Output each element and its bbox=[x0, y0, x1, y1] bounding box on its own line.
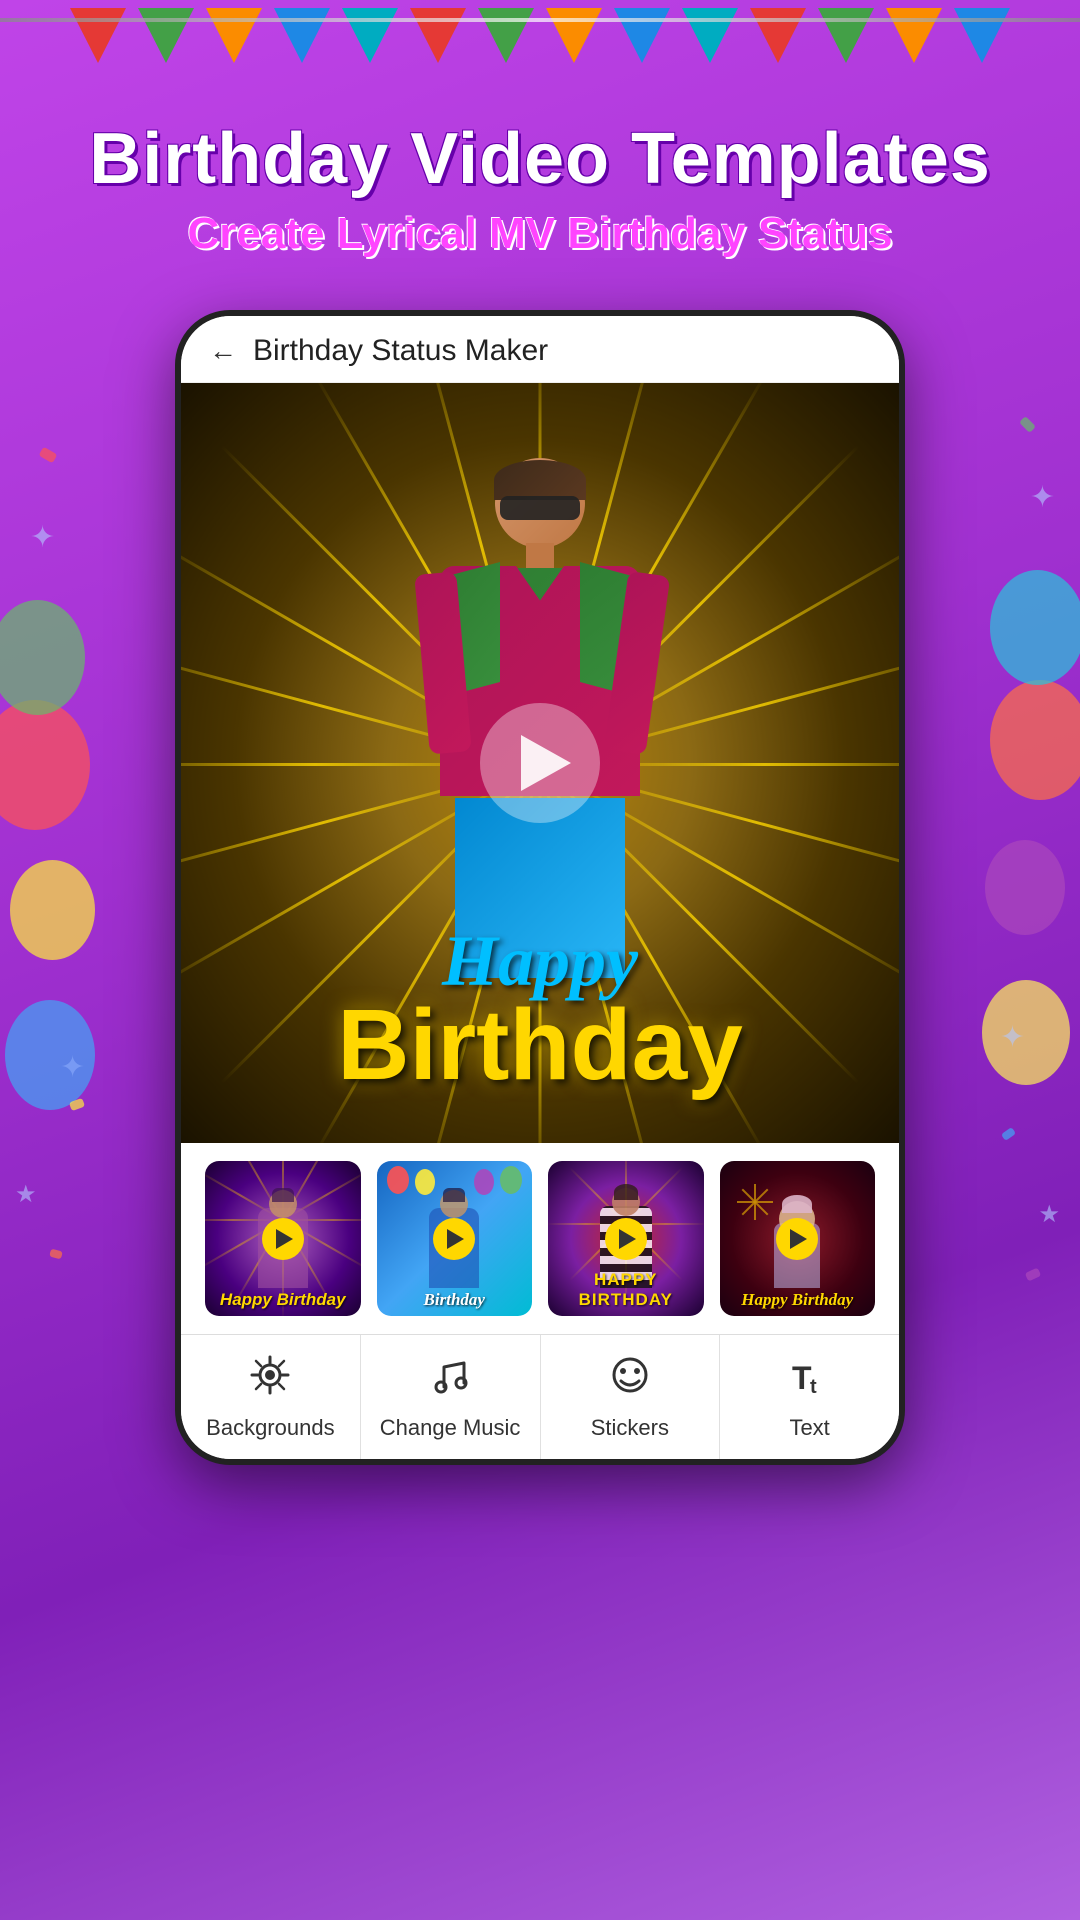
thumb-play-2[interactable] bbox=[433, 1218, 475, 1260]
flag-1 bbox=[70, 8, 126, 63]
text-icon: T t bbox=[788, 1353, 832, 1407]
flag-7 bbox=[478, 8, 534, 63]
phone-mockup: ← Birthday Status Maker bbox=[175, 310, 905, 1465]
play-triangle-icon bbox=[521, 735, 571, 791]
bunting-decoration bbox=[0, 0, 1080, 110]
thumbnails-row: Happy Birthday Birthday bbox=[181, 1143, 899, 1334]
svg-text:T: T bbox=[792, 1360, 812, 1396]
flag-4 bbox=[274, 8, 330, 63]
toolbar-backgrounds[interactable]: Backgrounds bbox=[181, 1335, 361, 1459]
flag-10 bbox=[682, 8, 738, 63]
thumbnail-3[interactable]: HAPPY BIRTHDAY bbox=[548, 1161, 704, 1316]
backgrounds-icon bbox=[248, 1353, 292, 1407]
bottom-toolbar: Backgrounds Change Music bbox=[181, 1334, 899, 1459]
toolbar-stickers[interactable]: Stickers bbox=[541, 1335, 721, 1459]
backgrounds-label: Backgrounds bbox=[206, 1415, 334, 1441]
bunting-rope bbox=[0, 18, 1080, 22]
text-label: Text bbox=[789, 1415, 829, 1441]
sub-title: Create Lyrical MV Birthday Status bbox=[40, 209, 1040, 259]
flag-3 bbox=[206, 8, 262, 63]
header-area: Birthday Video Templates Create Lyrical … bbox=[0, 120, 1080, 259]
thumb-play-4[interactable] bbox=[776, 1218, 818, 1260]
play-button[interactable] bbox=[480, 703, 600, 823]
thumb-label-2: Birthday bbox=[377, 1290, 533, 1310]
main-title: Birthday Video Templates bbox=[40, 120, 1040, 199]
flag-9 bbox=[614, 8, 670, 63]
flag-14 bbox=[954, 8, 1010, 63]
change-music-label: Change Music bbox=[380, 1415, 521, 1441]
thumb-label-1: Happy Birthday bbox=[205, 1290, 361, 1310]
flag-8 bbox=[546, 8, 602, 63]
thumbnail-4[interactable]: Happy Birthday bbox=[720, 1161, 876, 1316]
toolbar-text[interactable]: T t Text bbox=[720, 1335, 899, 1459]
video-birthday-text: Birthday bbox=[181, 988, 899, 1103]
thumbnail-1[interactable]: Happy Birthday bbox=[205, 1161, 361, 1316]
flag-2 bbox=[138, 8, 194, 63]
phone-topbar: ← Birthday Status Maker bbox=[181, 316, 899, 383]
svg-text:t: t bbox=[810, 1376, 817, 1397]
back-button[interactable]: ← bbox=[209, 335, 237, 367]
toolbar-change-music[interactable]: Change Music bbox=[361, 1335, 541, 1459]
flag-5 bbox=[342, 8, 398, 63]
flag-11 bbox=[750, 8, 806, 63]
stickers-icon bbox=[608, 1353, 652, 1407]
phone-screen-title: Birthday Status Maker bbox=[253, 334, 548, 368]
flag-6 bbox=[410, 8, 466, 63]
thumb-label-3: HAPPY BIRTHDAY bbox=[548, 1270, 704, 1310]
thumbnail-2[interactable]: Birthday bbox=[377, 1161, 533, 1316]
stickers-label: Stickers bbox=[591, 1415, 669, 1441]
flag-12 bbox=[818, 8, 874, 63]
thumb-label-4: Happy Birthday bbox=[720, 1290, 876, 1310]
music-icon bbox=[428, 1353, 472, 1407]
thumb-play-1[interactable] bbox=[262, 1218, 304, 1260]
thumb-play-3[interactable] bbox=[605, 1218, 647, 1260]
flag-13 bbox=[886, 8, 942, 63]
video-preview-area: Happy Birthday bbox=[181, 383, 899, 1143]
